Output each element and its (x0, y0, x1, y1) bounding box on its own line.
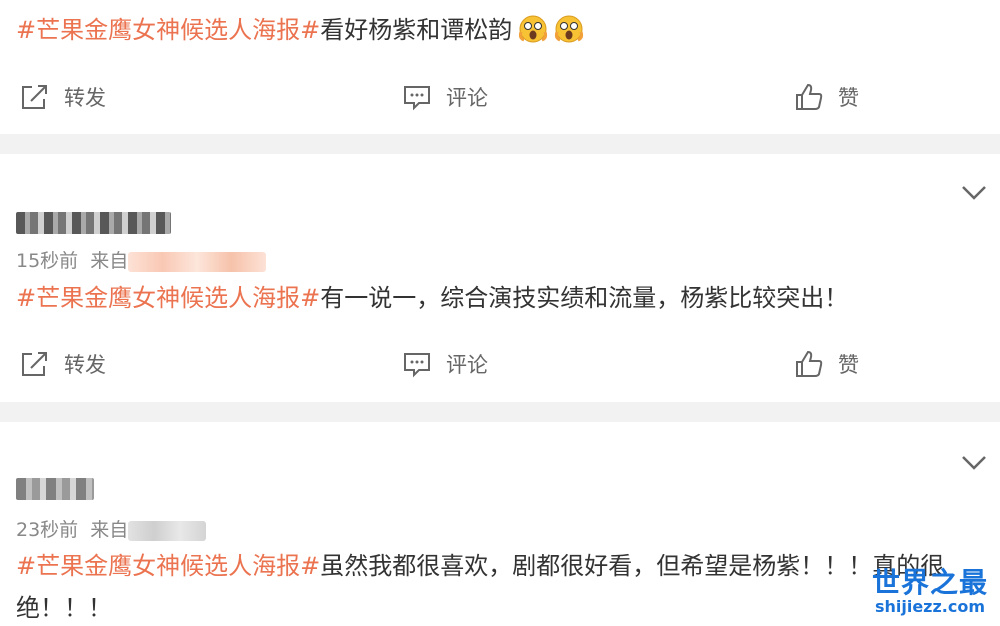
like-button[interactable]: 赞 (794, 82, 859, 112)
watermark-title: 世界之最 (871, 566, 988, 599)
post-time: 23秒前 (16, 519, 79, 541)
source-prefix: 来自 (90, 250, 129, 272)
post-text: #芒果金鹰女神候选人海报#有一说一，综合演技实绩和流量，杨紫比较突出！ (16, 280, 848, 316)
feed-divider (0, 134, 1000, 154)
comment-label: 评论 (446, 353, 488, 377)
username-blurred[interactable] (16, 478, 94, 500)
post-text: #芒果金鹰女神候选人海报#看好杨紫和谭松韵 (16, 12, 584, 48)
post-body: 有一说一，综合演技实绩和流量，杨紫比较突出！ (320, 284, 849, 312)
like-label: 赞 (838, 86, 859, 110)
like-label: 赞 (838, 353, 859, 377)
comment-icon (404, 86, 430, 111)
post-card-1: #芒果金鹰女神候选人海报#看好杨紫和谭松韵 转发 评论 赞 (0, 0, 1000, 134)
like-button[interactable]: 赞 (794, 349, 859, 379)
chevron-down-icon[interactable] (960, 454, 988, 472)
post-time: 15秒前 (16, 250, 79, 272)
repost-label: 转发 (64, 86, 106, 110)
comment-icon (404, 353, 430, 378)
thumbs-up-icon (796, 83, 823, 110)
repost-label: 转发 (64, 353, 106, 377)
source-prefix: 来自 (90, 519, 129, 541)
repost-button[interactable]: 转发 (20, 82, 106, 112)
post-meta: 15秒前 来自 (16, 246, 267, 273)
post-card-3: 23秒前 来自 #芒果金鹰女神候选人海报#虽然我都很喜欢，剧都很好看，但希望是杨… (0, 422, 1000, 624)
post-text: #芒果金鹰女神候选人海报#虽然我都很喜欢，剧都很好看，但希望是杨紫！！！真的很 (16, 548, 944, 584)
scream-face-icon (555, 15, 584, 43)
feed-divider (0, 402, 1000, 422)
hashtag-link[interactable]: #芒果金鹰女神候选人海报# (16, 552, 320, 580)
comment-button[interactable]: 评论 (402, 349, 488, 379)
username-blurred[interactable] (16, 212, 171, 234)
source-blurred (128, 520, 207, 541)
post-card-2: 15秒前 来自 #芒果金鹰女神候选人海报#有一说一，综合演技实绩和流量，杨紫比较… (0, 154, 1000, 402)
repost-icon (22, 352, 47, 376)
repost-button[interactable]: 转发 (20, 349, 106, 379)
scream-face-icon (519, 15, 548, 43)
hashtag-link[interactable]: #芒果金鹰女神候选人海报# (16, 16, 320, 44)
hashtag-link[interactable]: #芒果金鹰女神候选人海报# (16, 284, 320, 312)
post-body: 看好杨紫和谭松韵 (320, 16, 513, 44)
comment-label: 评论 (446, 86, 488, 110)
repost-icon (22, 85, 47, 109)
chevron-down-icon[interactable] (960, 184, 988, 202)
post-meta: 23秒前 来自 (16, 515, 207, 542)
post-text-line2: 绝！！！ (16, 594, 112, 622)
thumbs-up-icon (796, 350, 823, 377)
post-body: 虽然我都很喜欢，剧都很好看，但希望是杨紫！！！真的很 (320, 552, 945, 580)
comment-button[interactable]: 评论 (402, 82, 488, 112)
source-blurred (128, 251, 267, 272)
watermark-domain: shijiezz.com (874, 597, 986, 616)
site-watermark: 世界之最 shijiezz.com (872, 568, 988, 616)
